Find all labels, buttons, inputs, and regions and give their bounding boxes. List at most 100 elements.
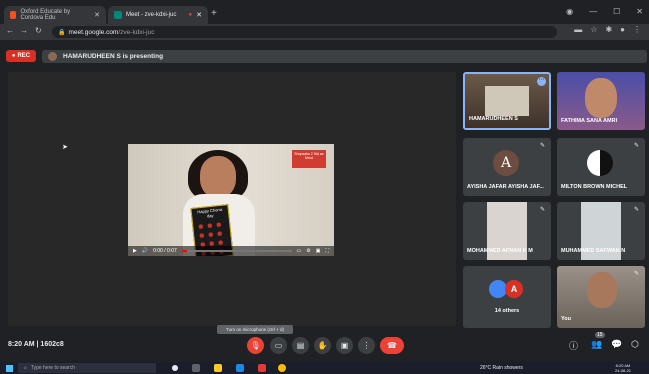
search-placeholder: Type here to search [30,365,76,371]
close-icon[interactable]: ✕ [94,11,100,19]
info-icon[interactable]: ⓘ [569,339,578,352]
windows-start-icon[interactable] [6,365,13,372]
participant-name: You [561,316,571,322]
meet-favicon-icon [114,11,122,19]
reload-icon[interactable]: ↻ [35,26,42,35]
avatar: A [505,280,523,298]
participant-tile-ayisha[interactable]: ✎ A AYISHA JAFAR AYISHA JAF... [463,138,551,196]
volume-icon[interactable]: 🔊 [142,248,148,254]
raise-hand-button[interactable]: ✋ [314,337,331,354]
close-window-icon[interactable]: ✕ [636,7,643,16]
close-icon[interactable]: ✕ [196,11,202,19]
present-icon: ▣ [340,341,349,350]
taskbar-clock[interactable]: 8:20 AM 24-08-21 [615,363,631,373]
captions-button[interactable]: ▤ [292,337,309,354]
camera-button[interactable]: ▭ [270,337,287,354]
shared-video[interactable]: Happy Chorra day Shopsaka 2 Std as Mrod … [128,144,334,256]
present-button[interactable]: ▣ [336,337,353,354]
participant-tile-milton[interactable]: ✎ MILTON BROWN MICHEL [557,138,645,196]
mouse-pointer-icon: ➤ [62,144,68,151]
mic-off-icon: ✎ [633,143,639,149]
chrome-icon[interactable] [278,364,286,372]
child-face [200,156,236,198]
people-count-badge: 15 [595,332,605,338]
microphone-button[interactable]: 🎙 [247,337,264,354]
hangup-icon: ☎ [387,341,397,350]
presenting-banner: HAMARUDHEEN S is presenting [42,50,647,63]
video-progress-bar[interactable] [181,250,292,252]
participant-video-window [485,86,529,116]
captions-icon[interactable]: ▭ [297,248,302,254]
hand-icon: ✋ [317,341,328,350]
taskbar-weather[interactable]: 26°C Rain showers [480,365,523,371]
cortana-icon[interactable] [172,365,178,371]
meeting-time-code: 8:20 AM | 1602c8 [8,341,64,348]
people-icon[interactable]: 👥 [591,339,602,350]
office-icon[interactable] [258,364,266,372]
forward-icon[interactable]: → [20,26,28,35]
mic-off-icon: 🎙 [250,341,261,350]
avatar: A [493,150,519,176]
camera-icon: ▭ [274,341,283,350]
fullscreen-icon[interactable]: ⛶ [325,248,329,254]
mic-off-icon: ✎ [539,143,545,149]
chat-icon[interactable]: 💬 [611,339,622,350]
search-icon: ⌕ [24,365,27,371]
participant-name: MILTON BROWN MICHEL [561,184,628,190]
new-tab-button[interactable]: + [211,8,217,19]
profile-icon[interactable]: ◉ [566,7,573,16]
avatar [587,150,613,176]
recording-badge: ● REC [6,50,36,62]
school-badge: Shopsaka 2 Std as Mrod [292,150,326,168]
extensions-icon[interactable]: ✱ [605,25,612,34]
toolbar-icons: ▬ ☆ ✱ ● ⋮ [574,25,641,34]
maximize-icon[interactable]: ☐ [613,7,620,16]
more-options-icon[interactable]: ⋯ [537,77,546,86]
captions-icon: ▤ [296,341,305,350]
participant-name: FATHIMA SANA AMRI [561,118,618,124]
settings-icon[interactable]: ⚙ [306,248,310,254]
file-explorer-icon[interactable] [214,364,222,372]
participant-name: AYISHA JAFAR AYISHA JAF... [467,184,544,190]
url-input[interactable]: 🔒 meet.google.com /zve-kdxi-juc [52,26,557,38]
participant-name: MOHAMMED AFNAN K M [467,248,533,254]
window-controls: ◉ — ☐ ✕ [566,7,643,16]
activities-icon[interactable]: ⬡ [631,339,639,350]
participant-face [587,272,617,308]
leave-call-button[interactable]: ☎ [380,337,404,354]
rec-label: REC [17,53,31,59]
minimize-icon[interactable]: — [589,7,597,16]
presenting-text: HAMARUDHEEN S is presenting [63,53,164,60]
lock-icon: 🔒 [58,29,66,36]
tab-label: Meet - zve-kdxi-juc [126,12,177,18]
mic-off-icon: ✎ [633,207,639,213]
participant-tile-mohammed[interactable]: ✎ MOHAMMED AFNAN K M [463,202,551,260]
play-icon[interactable]: ▶ [133,248,137,254]
edge-icon[interactable] [236,364,244,372]
card-text: Happy Chorra day [197,206,223,218]
participant-tile-amri[interactable]: FATHIMA SANA AMRI [557,72,645,130]
star-icon[interactable]: ☆ [590,25,597,34]
task-view-icon[interactable] [192,364,200,372]
participant-tile-you[interactable]: ✎ You [557,266,645,328]
participant-tile-muhammed[interactable]: ✎ MUHAMMED SAFWAN N [557,202,645,260]
avatar [48,52,57,61]
video-progress-fill [181,250,188,252]
avatar-icon[interactable]: ● [620,25,625,34]
tab-meet[interactable]: Meet - zve-kdxi-juc ● ✕ [108,6,208,24]
participant-face [585,78,617,118]
tab-oxford-educate[interactable]: Oxford Educate by Cordova Edu ✕ [4,6,106,24]
participant-tile-others[interactable]: A 14 others [463,266,551,328]
camera-icon[interactable]: ▬ [574,25,582,34]
back-icon[interactable]: ← [6,26,14,35]
mic-off-icon: ✎ [539,207,545,213]
more-options-button[interactable]: ⋮ [358,337,375,354]
taskbar-search[interactable]: ⌕ Type here to search [18,363,156,373]
participant-tile-hamarudheen[interactable]: ⋯ HAMARUDHEEN S [463,72,551,130]
participant-name: MUHAMMED SAFWAN N [561,248,626,254]
mic-off-icon: ✎ [633,271,639,277]
miniplayer-icon[interactable]: ▣ [316,248,321,254]
menu-icon[interactable]: ⋮ [633,25,641,34]
record-dot-icon: ● [11,53,16,59]
url-path: /zve-kdxi-juc [118,28,155,36]
